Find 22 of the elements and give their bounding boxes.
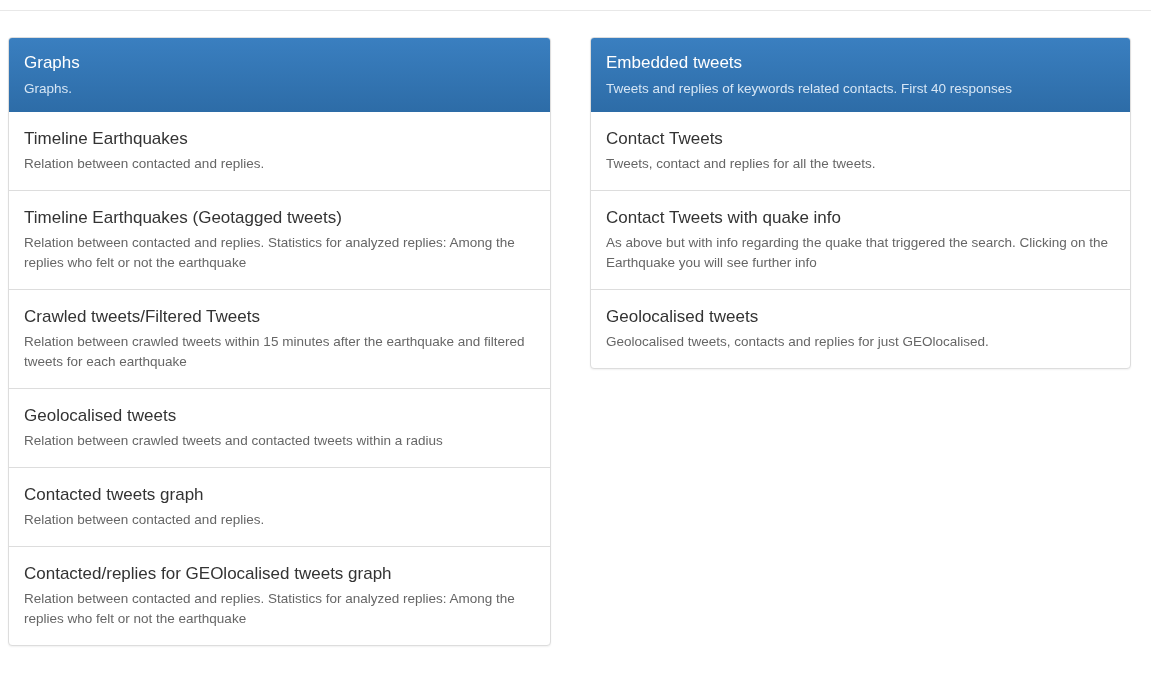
panel-subtitle: Tweets and replies of keywords related contacts. First 40 responses (606, 80, 1013, 98)
item-description: Relation between contacted and replies. (24, 155, 266, 173)
item-description: Relation between contacted and replies. (24, 511, 266, 529)
item-description: Relation between contacted and replies. Statistics for analyzed replies: Among the replies who felt or not the earthquake (24, 234, 516, 272)
panel-title: Embedded tweets (606, 52, 744, 74)
item-description: Relation between crawled tweets within 15 minutes after the earthquake and filtered tweets for each earthquake (24, 333, 526, 371)
item-title[interactable]: Contacted/replies for GEOlocalised tweets graph (24, 563, 535, 585)
item-description: As above but with info regarding the quake that triggered the search. Clicking on the Earthquake you will see further info (606, 234, 1110, 272)
item-title[interactable]: Contact Tweets with quake info (606, 207, 1115, 229)
item-description: Relation between contacted and replies. Statistics for analyzed replies: Among the replies who felt or not the earthquake (24, 590, 516, 628)
item-description: Geolocalised tweets, contacts and replies for just GEOlocalised. (606, 333, 990, 351)
item-description: Relation between crawled tweets and contacted tweets within a radius (24, 432, 444, 450)
item-title[interactable]: Timeline Earthquakes (24, 128, 535, 150)
item-title[interactable]: Crawled tweets/Filtered Tweets (24, 306, 535, 328)
item-description: Tweets, contact and replies for all the tweets. (606, 155, 877, 173)
panel-title: Graphs (24, 52, 81, 74)
item-title[interactable]: Contact Tweets (606, 128, 1115, 150)
panel-subtitle: Graphs. (24, 80, 74, 98)
item-title[interactable]: Geolocalised tweets (24, 405, 535, 427)
item-title[interactable]: Geolocalised tweets (606, 306, 1115, 328)
item-title[interactable]: Contacted tweets graph (24, 484, 535, 506)
item-title[interactable]: Timeline Earthquakes (Geotagged tweets) (24, 207, 535, 229)
